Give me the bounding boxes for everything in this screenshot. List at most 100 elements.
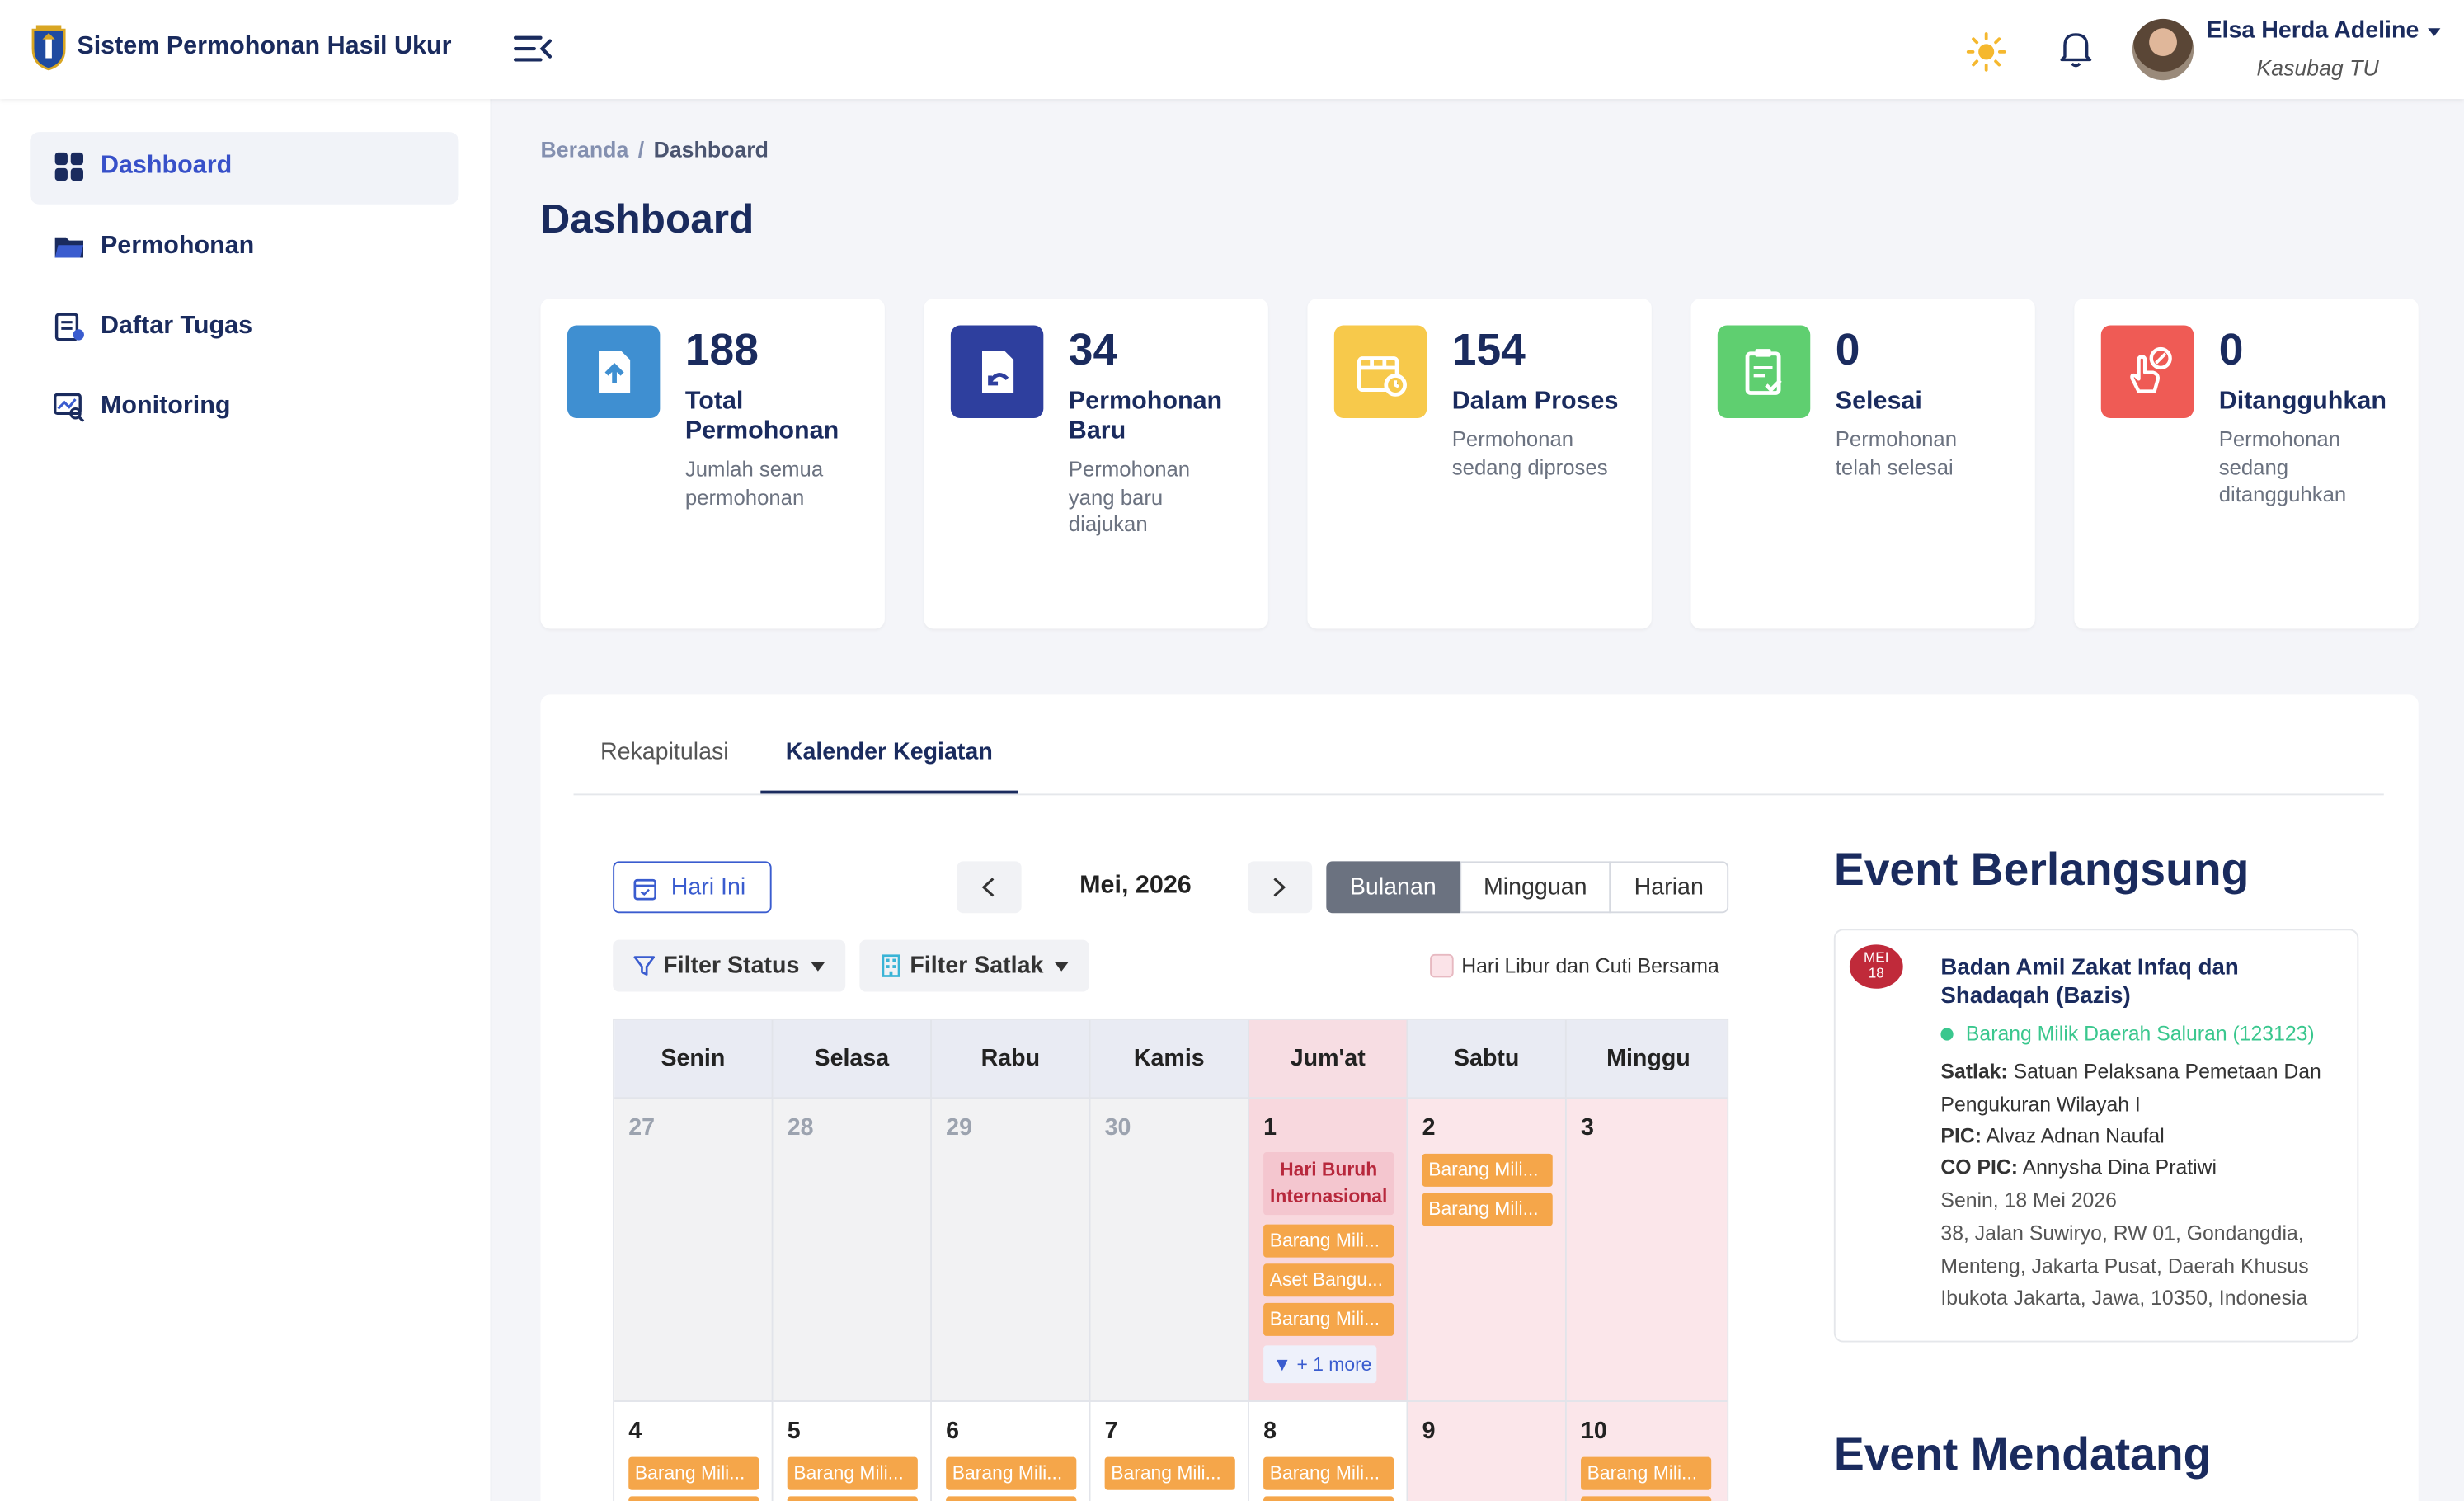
calendar-month-title: Mei, 2026 [1079, 872, 1192, 900]
event-satlak: Satlak: Satuan Pelaksana Pemetaan Dan Pe… [1940, 1056, 2341, 1121]
view-harian-button[interactable]: Harian [1609, 861, 1729, 914]
pic-label: PIC: [1940, 1123, 1982, 1148]
stat-value: 0 [1835, 325, 1860, 374]
sidebar-item-label: Dashboard [100, 152, 233, 180]
calendar-day-cell[interactable]: 1 Hari Buruh Internasional Barang Mili..… [1248, 1099, 1408, 1402]
copic-value: Annysha Dina Pratiwi [2022, 1155, 2217, 1179]
day-number: 28 [787, 1114, 814, 1141]
weekday-header: Rabu [932, 1019, 1091, 1099]
chevron-left-icon [981, 878, 995, 897]
calendar-day-cell[interactable]: 2 Barang Mili... Barang Mili... [1408, 1099, 1567, 1402]
day-number: 2 [1422, 1114, 1436, 1141]
calendar-day-cell[interactable]: 9 [1408, 1401, 1567, 1501]
calendar-event[interactable]: Barang Mili... [1263, 1302, 1394, 1336]
weekday-header: Minggu [1566, 1019, 1728, 1099]
day-number: 27 [628, 1114, 656, 1141]
folder-icon [54, 237, 83, 258]
funnel-icon [633, 956, 656, 976]
more-events-link[interactable]: ▼ + 1 more [1263, 1345, 1377, 1384]
sidebar-item-monitoring[interactable]: Monitoring [30, 373, 458, 445]
today-button[interactable]: Hari Ini [613, 861, 772, 914]
menu-collapse-icon[interactable] [512, 31, 553, 66]
calendar-day-cell[interactable]: 5 Barang Mili... Barang Mili... [773, 1401, 933, 1501]
filter-status-dropdown[interactable]: Filter Status [613, 939, 846, 992]
box-clock-icon [1333, 325, 1427, 418]
calendar-grid: Senin Selasa Rabu Kamis Jum'at Sabtu Min… [613, 1018, 1729, 1501]
sidebar-item-daftar-tugas[interactable]: Daftar Tugas [30, 292, 458, 365]
jakarta-emblem-icon [31, 25, 66, 71]
stat-title: Permohonan Baru [1068, 388, 1223, 445]
calendar-event[interactable]: Aset Bangu... [1263, 1263, 1394, 1297]
theme-toggle-sun-icon[interactable] [1966, 31, 2007, 73]
stat-description: Permohonan sedang diproses [1451, 427, 1608, 479]
calendar-day-cell[interactable]: 8 Barang Mili... Barang Mili... [1248, 1401, 1408, 1501]
calendar-day-cell[interactable]: 7 Barang Mili... [1090, 1401, 1249, 1501]
stat-title: Total Permohonan [684, 388, 839, 445]
calendar-event[interactable]: Barang Mili... [946, 1496, 1077, 1501]
filter-status-label: Filter Status [663, 952, 800, 980]
sidebar: Dashboard Permohonan Daftar Tugas Monito… [0, 99, 492, 1501]
sidebar-item-dashboard[interactable]: Dashboard [30, 132, 459, 205]
user-avatar[interactable] [2132, 18, 2194, 81]
calendar-event[interactable]: Barang Mili... [628, 1456, 759, 1490]
sidebar-item-permohonan[interactable]: Permohonan [30, 212, 458, 285]
event-title[interactable]: Badan Amil Zakat Infaq dan Shadaqah (Baz… [1940, 956, 2317, 1011]
calendar-event[interactable]: Barang Mili... [787, 1496, 918, 1501]
filter-satlak-dropdown[interactable]: Filter Satlak [859, 939, 1089, 992]
building-icon [882, 954, 900, 977]
breadcrumb-home-link[interactable]: Beranda [541, 137, 629, 162]
calendar-day-cell[interactable]: 10 Barang Mili... Barang Mili... [1566, 1401, 1728, 1501]
chevron-down-icon[interactable] [2424, 24, 2443, 40]
view-bulanan-button[interactable]: Bulanan [1326, 861, 1460, 914]
stat-card-total: 188 Total Permohonan Jumlah semua permoh… [540, 299, 885, 629]
event-copic: CO PIC: Annysha Dina Pratiwi [1940, 1152, 2341, 1184]
view-mingguan-button[interactable]: Mingguan [1460, 861, 1611, 914]
calendar-event[interactable]: Barang Mili... [1422, 1193, 1553, 1226]
calendar-event[interactable]: Barang Mili... [1581, 1496, 1712, 1501]
calendar-event[interactable]: Barang Mili... [1263, 1224, 1394, 1258]
calendar-event[interactable]: Barang Mili... [1581, 1456, 1712, 1490]
holiday-legend-swatch [1430, 953, 1454, 978]
next-month-button[interactable] [1248, 861, 1313, 914]
day-number: 7 [1104, 1418, 1118, 1445]
stat-description: Jumlah semua permohonan [684, 457, 824, 509]
calendar-event[interactable]: Barang Mili... [1263, 1496, 1394, 1501]
calendar-event[interactable]: Barang Mili... [1263, 1456, 1394, 1490]
pic-value: Alvaz Adnan Naufal [1986, 1123, 2165, 1148]
breadcrumb: Beranda / Dashboard [541, 137, 769, 162]
day-number: 10 [1581, 1418, 1607, 1445]
day-number: 1 [1263, 1114, 1277, 1141]
stat-title: Ditangguhkan [2218, 388, 2386, 416]
calendar-day-cell[interactable]: 6 Barang Mili... Barang Mili... [932, 1401, 1091, 1501]
monitoring-icon [53, 393, 85, 422]
calendar-event[interactable]: Barang Mili... [946, 1456, 1077, 1490]
prev-month-button[interactable] [957, 861, 1022, 914]
notification-bell-icon[interactable] [2057, 28, 2095, 69]
tab-kalender-kegiatan[interactable]: Kalender Kegiatan [786, 739, 993, 765]
calendar-day-cell[interactable]: 4 Barang Mili... Barang Mili... [614, 1401, 774, 1501]
day-number: 8 [1263, 1418, 1277, 1445]
today-label: Hari Ini [670, 873, 746, 901]
page-title: Dashboard [540, 195, 755, 242]
stat-title: Selesai [1835, 388, 1922, 416]
holiday-legend-label: Hari Libur dan Cuti Bersama [1461, 953, 1719, 978]
calendar-event[interactable]: Barang Mili... [628, 1496, 759, 1501]
stat-value: 34 [1068, 325, 1118, 374]
dashboard-icon [54, 152, 83, 181]
holiday-event[interactable]: Hari Buruh Internasional [1263, 1151, 1394, 1216]
calendar-event[interactable]: Barang Mili... [1104, 1456, 1235, 1490]
stat-value: 188 [684, 325, 759, 374]
app-root: Sistem Permohonan Hasil Ukur Elsa Herda … [0, 0, 2464, 1501]
user-name[interactable]: Elsa Herda Adeline [2206, 17, 2419, 44]
top-bar: Sistem Permohonan Hasil Ukur Elsa Herda … [0, 0, 2464, 100]
calendar-day-cell[interactable]: 3 [1566, 1099, 1728, 1402]
stat-description: Permohonan yang baru diajukan [1068, 457, 1191, 536]
calendar-day-cell[interactable]: 30 [1090, 1099, 1249, 1402]
calendar-event[interactable]: Barang Mili... [1422, 1153, 1553, 1187]
hand-stop-icon [2100, 325, 2194, 418]
calendar-event[interactable]: Barang Mili... [787, 1456, 918, 1490]
tab-rekapitulasi[interactable]: Rekapitulasi [600, 739, 729, 765]
calendar-day-cell[interactable]: 27 [614, 1099, 774, 1402]
calendar-day-cell[interactable]: 29 [932, 1099, 1091, 1402]
calendar-day-cell[interactable]: 28 [773, 1099, 933, 1402]
